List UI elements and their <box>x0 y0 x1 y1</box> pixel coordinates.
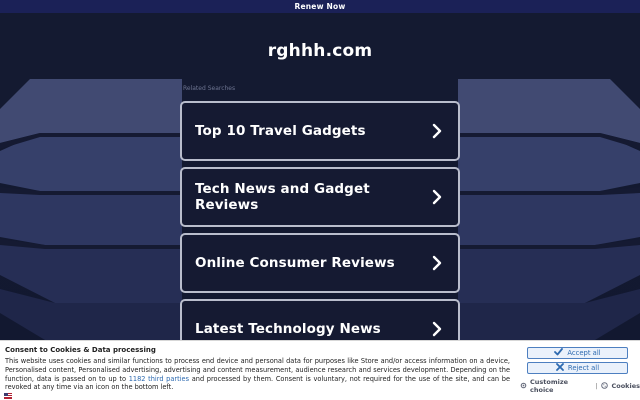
customize-choice-link[interactable]: Customize choice <box>520 378 591 394</box>
accept-all-label: Accept all <box>567 349 601 357</box>
check-icon <box>554 348 564 358</box>
chevron-right-icon <box>424 121 450 141</box>
flag-icon[interactable] <box>4 384 12 399</box>
related-link-label: Tech News and Gadget Reviews <box>195 181 370 213</box>
site-domain-title: rghhh.com <box>267 41 373 61</box>
gear-icon <box>520 382 527 391</box>
related-searches-label: Related Searches <box>183 85 236 92</box>
third-parties-link[interactable]: 1182 third parties <box>129 375 189 383</box>
cookie-icon <box>601 381 609 391</box>
consent-title: Consent to Cookies & Data processing <box>5 346 156 354</box>
chevron-right-icon <box>424 253 450 273</box>
reject-all-button[interactable]: Reject all <box>527 362 628 374</box>
cookies-label: Cookies <box>611 382 640 390</box>
related-link-label: Online Consumer Reviews <box>195 255 395 271</box>
related-link-3[interactable]: Online Consumer Reviews <box>180 233 460 293</box>
related-link-1[interactable]: Top 10 Travel Gadgets <box>180 101 460 161</box>
chevron-right-icon <box>424 187 450 207</box>
reject-all-label: Reject all <box>567 364 600 372</box>
consent-text: This website uses cookies and similar fu… <box>5 357 510 392</box>
cookies-link[interactable]: Cookies <box>601 381 640 391</box>
chevron-right-icon <box>424 319 450 339</box>
related-link-2[interactable]: Tech News and Gadget Reviews <box>180 167 460 227</box>
close-icon <box>556 363 564 373</box>
link-separator: | <box>595 382 598 390</box>
customize-choice-label: Customize choice <box>530 378 569 394</box>
accept-all-button[interactable]: Accept all <box>527 347 628 359</box>
related-link-label: Latest Technology News <box>195 321 381 337</box>
related-link-label: Top 10 Travel Gadgets <box>195 123 366 139</box>
consent-links: Customize choice | Cookies <box>520 378 640 394</box>
renew-now-banner[interactable]: Renew Now <box>0 0 640 13</box>
